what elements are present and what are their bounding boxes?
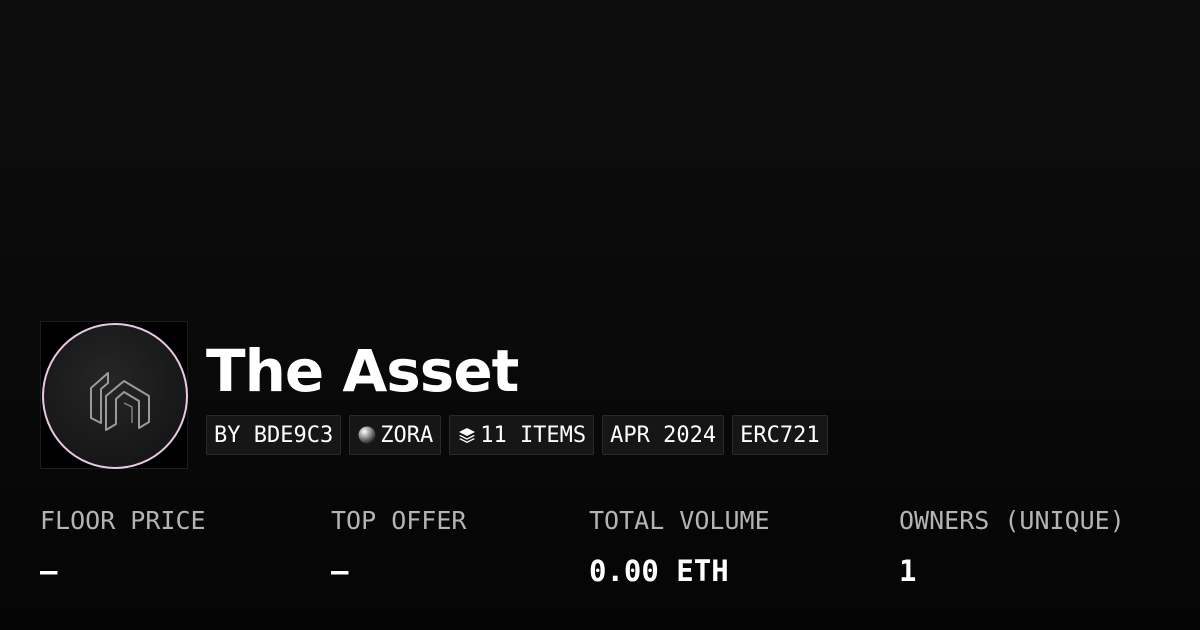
items-count-label: 11 ITEMS	[480, 422, 587, 448]
avatar-circle	[42, 323, 188, 469]
collection-meta-chips: BY BDE9C3 ZORA 11 ITEMS APR 2024 ERC721	[206, 415, 828, 455]
owners-stat: OWNERS (UNIQUE) 1	[899, 503, 1125, 589]
total-volume-label: TOTAL VOLUME	[589, 506, 770, 535]
total-volume-value: 0.00 ETH	[589, 554, 729, 588]
floor-price-stat: FLOOR PRICE –	[40, 503, 206, 589]
zora-logo-icon	[90, 372, 150, 431]
floor-price-label: FLOOR PRICE	[40, 506, 206, 535]
token-standard-label: ERC721	[740, 422, 820, 448]
owners-label: OWNERS (UNIQUE)	[899, 506, 1125, 535]
collection-card: { "collection": { "name": "The Asset", "…	[0, 0, 1200, 630]
zora-sphere-icon	[357, 425, 377, 445]
layers-icon	[457, 425, 477, 445]
floor-price-value: –	[40, 554, 58, 588]
items-count-chip[interactable]: 11 ITEMS	[449, 415, 595, 455]
creator-chip[interactable]: BY BDE9C3	[206, 415, 342, 455]
top-offer-stat: TOP OFFER –	[331, 503, 466, 589]
collection-avatar	[40, 321, 188, 469]
created-date-chip: APR 2024	[602, 415, 725, 455]
top-offer-label: TOP OFFER	[331, 506, 467, 535]
created-date-label: APR 2024	[610, 422, 717, 448]
collection-title: The Asset	[206, 337, 519, 405]
owners-value: 1	[899, 554, 917, 588]
total-volume-stat: TOTAL VOLUME 0.00 ETH	[589, 503, 770, 589]
network-label: ZORA	[380, 422, 434, 448]
token-standard-chip: ERC721	[732, 415, 828, 455]
network-chip[interactable]: ZORA	[349, 415, 442, 455]
top-offer-value: –	[331, 554, 349, 588]
creator-label: BY BDE9C3	[214, 422, 334, 448]
